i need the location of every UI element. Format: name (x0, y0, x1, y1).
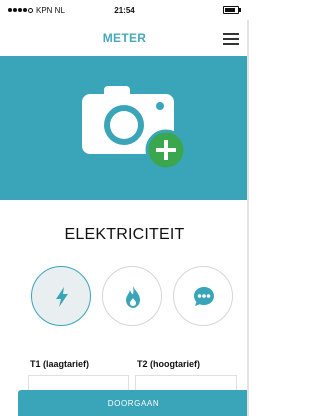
other-meter-button[interactable] (173, 266, 233, 326)
page-title: METER (102, 31, 147, 45)
lightning-icon (56, 287, 68, 307)
chat-icon (194, 287, 214, 306)
t1-label: T1 (laagtarief) (30, 359, 90, 369)
electricity-button[interactable] (31, 266, 91, 326)
status-time: 21:54 (114, 6, 135, 15)
nav-bar: METER (0, 20, 249, 56)
hamburger-icon[interactable] (223, 33, 239, 45)
camera-add-icon[interactable] (80, 78, 190, 178)
status-bar: KPN NL 21:54 (0, 0, 249, 20)
flame-icon (126, 286, 140, 308)
photo-banner[interactable] (0, 56, 249, 200)
battery-icon (223, 6, 241, 14)
meter-type-title: ELEKTRICITEIT (64, 226, 185, 243)
continue-label: DOORGAAN (107, 399, 160, 408)
continue-button[interactable]: DOORGAAN (18, 390, 249, 416)
scroll-edge (247, 20, 249, 416)
t2-label: T2 (hoogtarief) (137, 359, 200, 369)
gas-button[interactable] (102, 266, 162, 326)
